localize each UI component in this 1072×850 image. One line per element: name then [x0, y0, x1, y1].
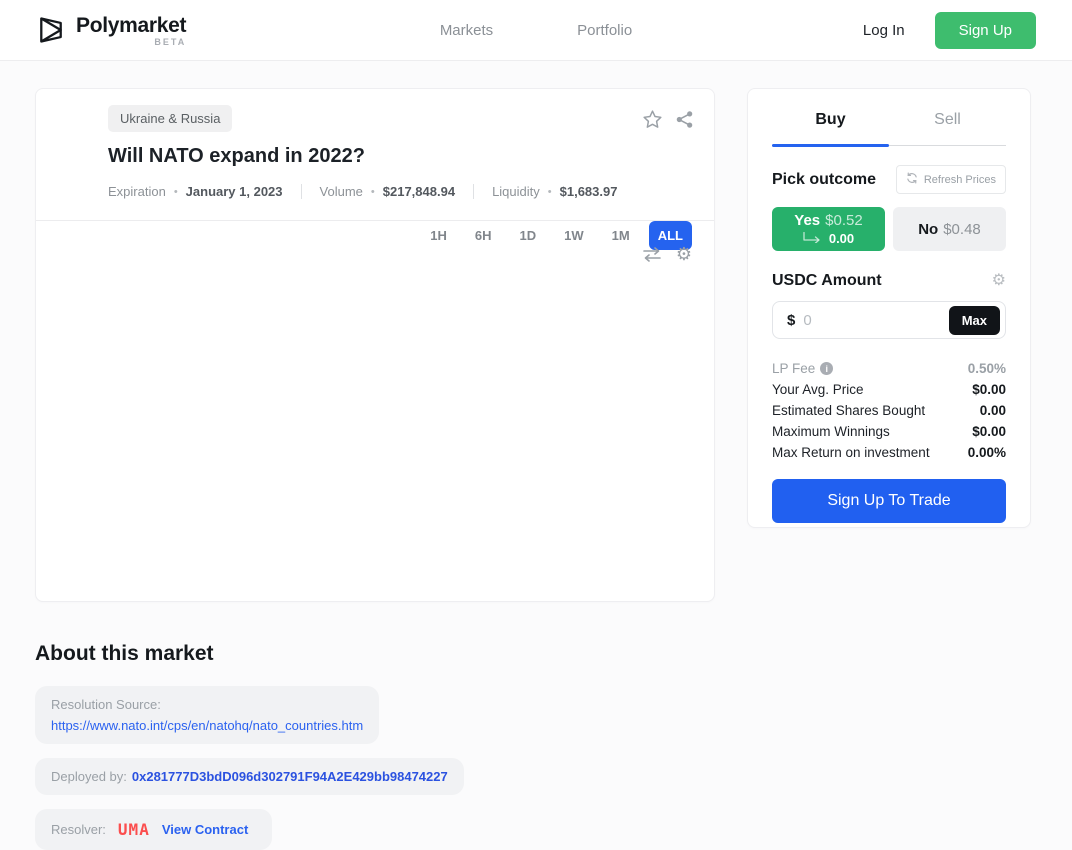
trade-summary: LP Fee i 0.50% Your Avg. Price $0.00 Est… [772, 358, 1006, 463]
range-1d-button[interactable]: 1D [511, 221, 546, 250]
yes-label: Yes [794, 212, 820, 229]
uma-logo[interactable]: UMA [118, 820, 150, 839]
price-chart-area: ⚙ 1H 6H 1D 1W 1M ALL [36, 220, 714, 601]
liquidity-label: Liquidity [492, 184, 540, 199]
market-header: Ukraine & Russia Will NATO expand in 202… [36, 89, 714, 220]
info-icon[interactable]: i [820, 362, 833, 375]
divider [301, 184, 302, 199]
summary-row-avg-price: Your Avg. Price $0.00 [772, 379, 1006, 400]
nav-item-portfolio[interactable]: Portfolio [577, 22, 632, 39]
polymarket-logo-icon [36, 15, 66, 45]
avg-price-label: Your Avg. Price [772, 382, 864, 397]
resolver-label: Resolver: [51, 822, 106, 837]
nav-links: Markets Portfolio [440, 22, 632, 39]
no-label: No [918, 221, 938, 238]
nav-item-markets[interactable]: Markets [440, 22, 493, 39]
resolution-source-pill: Resolution Source: https://www.nato.int/… [35, 686, 379, 744]
refresh-icon [906, 172, 918, 187]
range-1m-button[interactable]: 1M [603, 221, 639, 250]
refresh-prices-label: Refresh Prices [924, 174, 996, 186]
market-title: Will NATO expand in 2022? [108, 145, 696, 168]
amount-input-group: $ Max [772, 301, 1006, 339]
summary-row-max-return: Max Return on investment 0.00% [772, 442, 1006, 463]
pick-outcome-label: Pick outcome [772, 171, 876, 189]
max-button[interactable]: Max [949, 306, 1000, 335]
trade-panel: Buy Sell Pick outcome Refresh Prices [747, 88, 1031, 528]
tab-buy[interactable]: Buy [772, 89, 889, 145]
outcome-no-button[interactable]: No $0.48 [893, 207, 1006, 251]
sign-up-to-trade-button[interactable]: Sign Up To Trade [772, 479, 1006, 523]
deployer-address-link[interactable]: 0x281777D3bdD096d302791F94A2E429bb984742… [132, 769, 448, 784]
divider [473, 184, 474, 199]
about-section: About this market Resolution Source: htt… [0, 602, 1072, 850]
yes-price: $0.52 [825, 212, 863, 229]
view-contract-link[interactable]: View Contract [162, 822, 248, 837]
liquidity-value: $1,683.97 [560, 184, 618, 199]
range-1w-button[interactable]: 1W [555, 221, 593, 250]
shares-arrow-icon [803, 231, 823, 246]
navbar: Polymarket BETA Markets Portfolio Log In… [0, 0, 1072, 61]
avg-price-value: $0.00 [972, 382, 1006, 397]
signup-button[interactable]: Sign Up [935, 12, 1036, 49]
resolver-pill: Resolver: UMA View Contract [35, 809, 272, 850]
market-meta: Expiration • January 1, 2023 Volume • $2… [108, 184, 696, 220]
about-title: About this market [35, 642, 1037, 666]
no-price: $0.48 [943, 221, 981, 238]
favorite-star-icon[interactable] [640, 107, 664, 131]
resolution-source-label: Resolution Source: [51, 697, 161, 712]
outcome-buttons: Yes $0.52 0.00 No $0.48 [772, 207, 1006, 251]
expiration-value: January 1, 2023 [186, 184, 283, 199]
bullet-separator: • [548, 186, 552, 198]
market-actions [640, 107, 696, 131]
dollar-prefix: $ [787, 312, 795, 329]
amount-input[interactable] [803, 312, 948, 329]
outcome-yes-button[interactable]: Yes $0.52 0.00 [772, 207, 885, 251]
deployed-by-pill: Deployed by: 0x281777D3bdD096d302791F94A… [35, 758, 464, 795]
volume-value: $217,848.94 [383, 184, 455, 199]
beta-badge: BETA [154, 37, 186, 47]
expiration-label: Expiration [108, 184, 166, 199]
refresh-prices-button[interactable]: Refresh Prices [896, 165, 1006, 194]
share-icon[interactable] [672, 107, 696, 131]
max-winnings-label: Maximum Winnings [772, 424, 890, 439]
summary-row-shares-bought: Estimated Shares Bought 0.00 [772, 400, 1006, 421]
lp-fee-label: LP Fee [772, 361, 815, 376]
usdc-amount-label: USDC Amount [772, 272, 882, 290]
login-link[interactable]: Log In [863, 22, 905, 39]
bullet-separator: • [174, 186, 178, 198]
range-1h-button[interactable]: 1H [421, 221, 456, 250]
volume-label: Volume [320, 184, 363, 199]
trade-tabs: Buy Sell [772, 89, 1006, 146]
range-6h-button[interactable]: 6H [466, 221, 501, 250]
tab-sell[interactable]: Sell [889, 89, 1006, 145]
amount-header-row: USDC Amount ⚙ [772, 272, 1006, 290]
market-card: Ukraine & Russia Will NATO expand in 202… [35, 88, 715, 602]
swap-axes-icon[interactable] [642, 247, 662, 262]
summary-row-lp-fee: LP Fee i 0.50% [772, 358, 1006, 379]
chart-tools: ⚙ [642, 245, 692, 263]
main-content: Ukraine & Russia Will NATO expand in 202… [0, 61, 1072, 602]
yes-shares-value: 0.00 [829, 231, 854, 246]
lp-fee-value: 0.50% [968, 361, 1006, 376]
max-return-value: 0.00% [968, 445, 1006, 460]
shares-bought-label: Estimated Shares Bought [772, 403, 925, 418]
shares-bought-value: 0.00 [980, 403, 1006, 418]
bullet-separator: • [371, 186, 375, 198]
max-winnings-value: $0.00 [972, 424, 1006, 439]
brand-name: Polymarket [76, 14, 186, 38]
category-tag[interactable]: Ukraine & Russia [108, 105, 232, 132]
deployed-by-label: Deployed by: [51, 769, 127, 784]
pick-outcome-row: Pick outcome Refresh Prices [772, 165, 1006, 194]
resolution-source-link[interactable]: https://www.nato.int/cps/en/natohq/nato_… [51, 718, 363, 733]
summary-row-max-winnings: Maximum Winnings $0.00 [772, 421, 1006, 442]
amount-settings-gear-icon[interactable]: ⚙ [992, 273, 1006, 289]
time-range-selector: 1H 6H 1D 1W 1M ALL [36, 221, 714, 268]
chart-settings-gear-icon[interactable]: ⚙ [676, 245, 692, 263]
brand[interactable]: Polymarket BETA [36, 14, 186, 47]
max-return-label: Max Return on investment [772, 445, 930, 460]
nav-auth: Log In Sign Up [863, 12, 1036, 49]
